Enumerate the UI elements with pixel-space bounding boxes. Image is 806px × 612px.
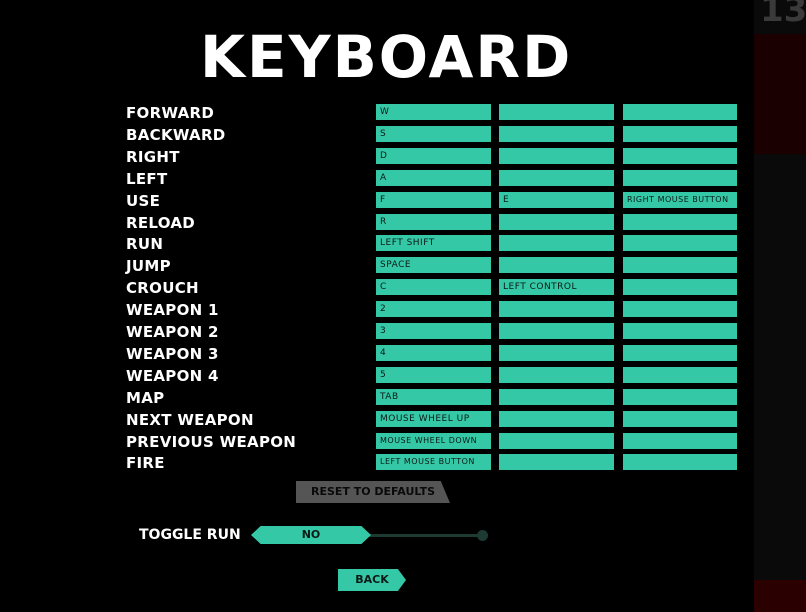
key-binding-slot-2[interactable] [499,366,614,383]
key-binding-slot-3[interactable] [623,301,737,318]
action-label: BACKWARD [126,125,226,144]
action-label: PREVIOUS WEAPON [126,432,297,451]
key-binding-slot-3[interactable] [623,366,737,383]
key-binding-slot-2[interactable] [499,410,614,427]
key-binding-slot-3[interactable]: RIGHT MOUSE BUTTON [623,191,737,208]
key-binding-slot-2[interactable] [499,104,614,120]
key-binding-slot-1[interactable]: W [376,104,491,120]
key-binding-slot-1[interactable]: 2 [376,301,491,318]
corner-red-panel-top [754,34,806,154]
action-label: FIRE [126,454,165,473]
key-binding-slot-2[interactable] [499,301,614,318]
key-binding-slot-1[interactable]: MOUSE WHEEL UP [376,410,491,427]
action-label: FORWARD [126,104,215,122]
key-binding-slot-3[interactable] [623,279,737,296]
key-binding-slot-3[interactable] [623,169,737,186]
action-label: WEAPON 1 [126,301,219,320]
toggle-run-value[interactable]: NO [251,526,371,544]
key-binding-slot-2[interactable] [499,257,614,274]
key-binding-slot-3[interactable] [623,125,737,142]
back-button[interactable]: BACK [338,569,406,591]
key-binding-slot-2[interactable] [499,125,614,142]
key-binding-slot-3[interactable] [623,410,737,427]
action-label: RIGHT [126,147,180,166]
key-binding-slot-1[interactable]: LEFT MOUSE BUTTON [376,454,491,471]
key-binding-slot-1[interactable]: S [376,125,491,142]
key-binding-slot-2[interactable] [499,344,614,361]
key-binding-slot-1[interactable]: 4 [376,344,491,361]
key-binding-slot-1[interactable]: D [376,147,491,164]
corner-number: 13 [760,0,806,30]
action-label: MAP [126,388,165,407]
toggle-run-label: TOGGLE RUN [139,527,241,543]
toggle-run-track[interactable] [360,534,484,537]
key-binding-slot-1[interactable]: 5 [376,366,491,383]
action-label: RUN [126,235,164,254]
key-binding-slot-2[interactable] [499,169,614,186]
action-label: WEAPON 2 [126,323,219,341]
key-binding-slot-3[interactable] [623,104,737,120]
key-binding-slot-1[interactable]: TAB [376,388,491,405]
key-binding-slot-3[interactable] [623,213,737,230]
key-binding-slot-1[interactable]: MOUSE WHEEL DOWN [376,432,491,449]
key-binding-slot-3[interactable] [623,257,737,274]
action-label: LEFT [126,169,168,188]
action-label: WEAPON 3 [126,344,219,363]
key-binding-slot-2[interactable] [499,235,614,252]
key-binding-slot-3[interactable] [623,432,737,449]
key-binding-slot-1[interactable]: 3 [376,323,491,339]
key-binding-slot-2[interactable]: E [499,191,614,208]
key-binding-slot-1[interactable]: R [376,213,491,230]
action-label: RELOAD [126,213,196,232]
key-binding-slot-3[interactable] [623,323,737,339]
key-binding-slot-2[interactable] [499,213,614,230]
key-binding-slot-1[interactable]: A [376,169,491,186]
key-binding-slot-2[interactable] [499,147,614,164]
key-binding-slot-1[interactable]: F [376,191,491,208]
key-binding-slot-3[interactable] [623,344,737,361]
action-label: JUMP [126,257,171,276]
key-binding-slot-2[interactable] [499,323,614,339]
key-binding-slot-3[interactable] [623,388,737,405]
key-binding-slot-2[interactable] [499,454,614,471]
action-label: USE [126,191,161,210]
action-label: CROUCH [126,279,199,298]
action-label: NEXT WEAPON [126,410,254,429]
key-binding-slot-1[interactable]: SPACE [376,257,491,274]
key-binding-slot-2[interactable] [499,432,614,449]
reset-to-defaults-button[interactable]: RESET TO DEFAULTS [296,481,450,503]
key-binding-slot-3[interactable] [623,147,737,164]
corner-red-panel-bottom [754,580,806,612]
key-binding-slot-1[interactable]: LEFT SHIFT [376,235,491,252]
key-binding-slot-3[interactable] [623,235,737,252]
key-binding-slot-1[interactable]: C [376,279,491,296]
toggle-run-knob[interactable] [477,530,488,541]
background-corner-decoration: 13 [754,0,806,612]
key-binding-slot-2[interactable]: LEFT CONTROL [499,279,614,296]
key-binding-slot-2[interactable] [499,388,614,405]
key-binding-slot-3[interactable] [623,454,737,471]
action-label: WEAPON 4 [126,366,219,385]
page-title: KEYBOARD [200,23,573,91]
